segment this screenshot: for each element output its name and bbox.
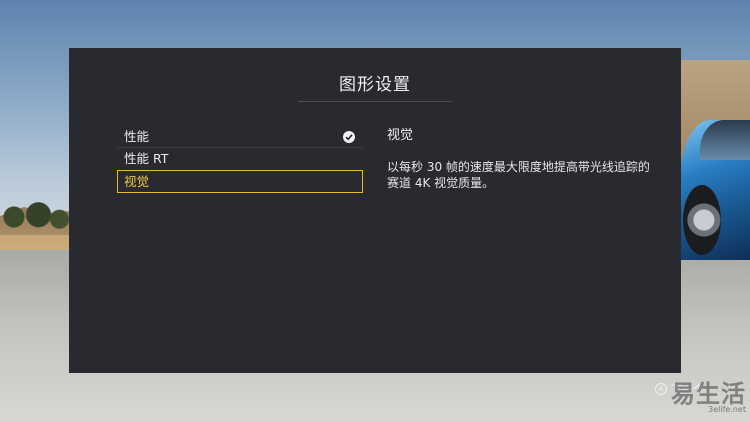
graphics-mode-list: 性能 性能 RT 视觉 bbox=[117, 126, 363, 193]
menu-item-performance[interactable]: 性能 bbox=[117, 126, 363, 148]
menu-item-performance-rt[interactable]: 性能 RT bbox=[117, 148, 363, 170]
trees bbox=[0, 190, 70, 235]
menu-item-label: 视觉 bbox=[124, 174, 150, 189]
detail-title: 视觉 bbox=[387, 128, 414, 143]
checkmark-icon bbox=[343, 131, 355, 143]
watermark-url: 3elife.net bbox=[708, 405, 746, 414]
watermark-logo: 易生活 bbox=[671, 380, 746, 408]
menu-item-visual[interactable]: 视觉 bbox=[117, 170, 363, 193]
menu-item-label: 性能 bbox=[124, 129, 150, 144]
mode-description-panel: 视觉 以每秒 30 帧的速度最大限度地提高带光线追踪的赛道 4K 视觉质量。 bbox=[387, 124, 657, 191]
detail-description: 以每秒 30 帧的速度最大限度地提高带光线追踪的赛道 4K 视觉质量。 bbox=[387, 160, 650, 190]
dialog-title: 图形设置 bbox=[339, 75, 411, 95]
title-divider bbox=[298, 101, 452, 102]
graphics-settings-dialog: 图形设置 性能 性能 RT 视觉 视觉 以每秒 30 帧的速度最大限度地提高带光… bbox=[69, 48, 681, 373]
a-button-icon: A bbox=[655, 383, 667, 395]
menu-item-label: 性能 RT bbox=[124, 151, 169, 166]
race-car-wheel bbox=[683, 185, 721, 255]
